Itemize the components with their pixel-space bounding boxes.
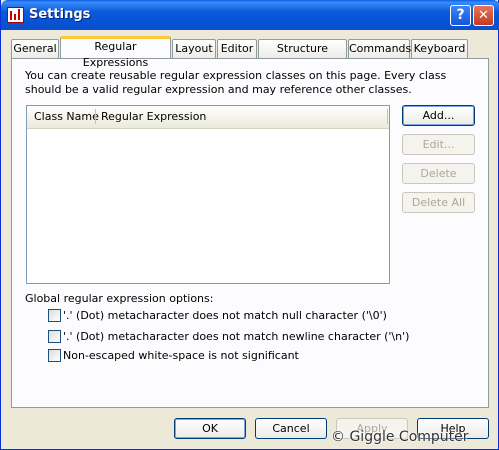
delete-button[interactable]: Delete	[402, 163, 475, 184]
tab-commands[interactable]: Commands	[348, 39, 411, 58]
whitespace-label[interactable]: Non-escaped white-space is not significa…	[63, 349, 299, 362]
column-separator[interactable]	[387, 109, 388, 124]
tab-layout[interactable]: Layout	[172, 39, 216, 58]
close-title-button[interactable]: ✕	[473, 5, 494, 26]
app-icon	[7, 7, 24, 23]
list-header: Class Name Regular Expression	[27, 106, 389, 129]
window-title: Settings	[29, 7, 91, 22]
dot-null-label[interactable]: '.' (Dot) metacharacter does not match n…	[63, 309, 387, 322]
panel-description: You can create reusable regular expressi…	[25, 69, 447, 96]
tab-regular-expressions[interactable]: Regular Expressions	[60, 36, 171, 69]
tab-editor[interactable]: Editor	[217, 39, 257, 58]
tab-general[interactable]: General	[11, 39, 59, 58]
regex-class-list[interactable]: Class Name Regular Expression	[26, 105, 390, 284]
settings-dialog: Settings ? ✕ General Regular Expressions…	[0, 0, 499, 450]
edit-button[interactable]: Edit...	[402, 134, 475, 155]
watermark: © Giggle Computer	[331, 429, 469, 445]
dot-newline-checkbox[interactable]	[48, 330, 61, 343]
whitespace-checkbox[interactable]	[48, 349, 61, 362]
options-group-label: Global regular expression options:	[25, 292, 214, 305]
column-class-name[interactable]: Class Name	[34, 110, 99, 123]
ok-button[interactable]: OK	[174, 418, 246, 439]
cancel-button[interactable]: Cancel	[255, 418, 327, 439]
help-title-button[interactable]: ?	[450, 5, 471, 26]
column-regular-expression[interactable]: Regular Expression	[101, 110, 206, 123]
regex-tab-panel: You can create reusable regular expressi…	[11, 58, 489, 408]
title-bar[interactable]: Settings ? ✕	[1, 0, 499, 30]
tab-keyboard[interactable]: Keyboard	[411, 39, 468, 58]
column-separator[interactable]	[95, 109, 96, 124]
dot-null-checkbox[interactable]	[48, 309, 61, 322]
dot-newline-label[interactable]: '.' (Dot) metacharacter does not match n…	[63, 330, 409, 343]
delete-all-button[interactable]: Delete All	[402, 192, 475, 213]
tab-structure-viewer[interactable]: Structure Viewer	[258, 39, 347, 72]
add-button[interactable]: Add...	[402, 105, 475, 126]
